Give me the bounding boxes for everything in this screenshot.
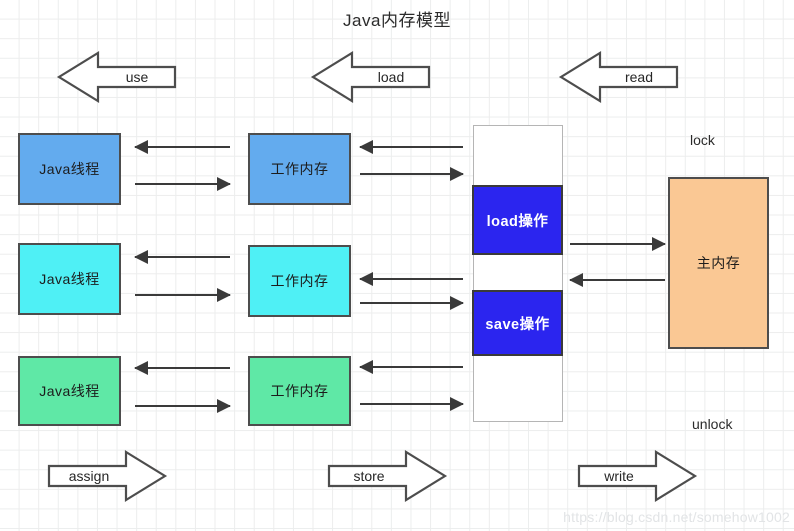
top-arrow-use: use — [56, 51, 177, 103]
load-operation-label: load操作 — [486, 213, 549, 230]
java-thread-box-1: Java线程 — [18, 133, 121, 205]
save-operation-box: save操作 — [472, 290, 563, 356]
bottom-arrow-store: store — [327, 450, 448, 502]
main-memory-box: 主内存 — [668, 177, 769, 349]
java-thread-label-1: Java线程 — [39, 161, 100, 177]
operation-column — [473, 125, 563, 422]
top-arrow-use-label: use — [125, 69, 149, 85]
java-thread-box-2: Java线程 — [18, 243, 121, 315]
lock-caption: lock — [690, 132, 715, 148]
load-operation-box: load操作 — [472, 185, 563, 255]
unlock-caption: unlock — [692, 416, 733, 432]
bottom-arrow-write-label: write — [604, 468, 634, 484]
watermark: https://blog.csdn.net/somehow1002 — [563, 509, 790, 525]
java-thread-box-3: Java线程 — [18, 356, 121, 426]
working-memory-box-3: 工作内存 — [248, 356, 351, 426]
java-thread-label-2: Java线程 — [39, 271, 100, 287]
bottom-arrow-store-label: store — [353, 468, 385, 484]
main-memory-label: 主内存 — [696, 255, 741, 271]
working-memory-box-1: 工作内存 — [248, 133, 351, 205]
working-memory-label-3: 工作内存 — [270, 383, 329, 399]
top-arrow-load-label: load — [377, 69, 405, 85]
bottom-arrow-write: write — [577, 450, 698, 502]
working-memory-box-2: 工作内存 — [248, 245, 351, 317]
page-title: Java内存模型 — [343, 11, 451, 30]
bottom-arrow-assign: assign — [47, 450, 168, 502]
top-arrow-load: load — [310, 51, 431, 103]
bottom-arrow-assign-label: assign — [68, 468, 110, 484]
top-arrow-read-label: read — [624, 69, 654, 85]
diagram-canvas: Java内存模型 use load read Java线程 Java线程 Jav… — [0, 0, 794, 531]
top-arrow-read: read — [558, 51, 679, 103]
java-thread-label-3: Java线程 — [39, 383, 100, 399]
working-memory-label-2: 工作内存 — [270, 273, 329, 289]
working-memory-label-1: 工作内存 — [270, 161, 329, 177]
save-operation-label: save操作 — [485, 316, 550, 333]
